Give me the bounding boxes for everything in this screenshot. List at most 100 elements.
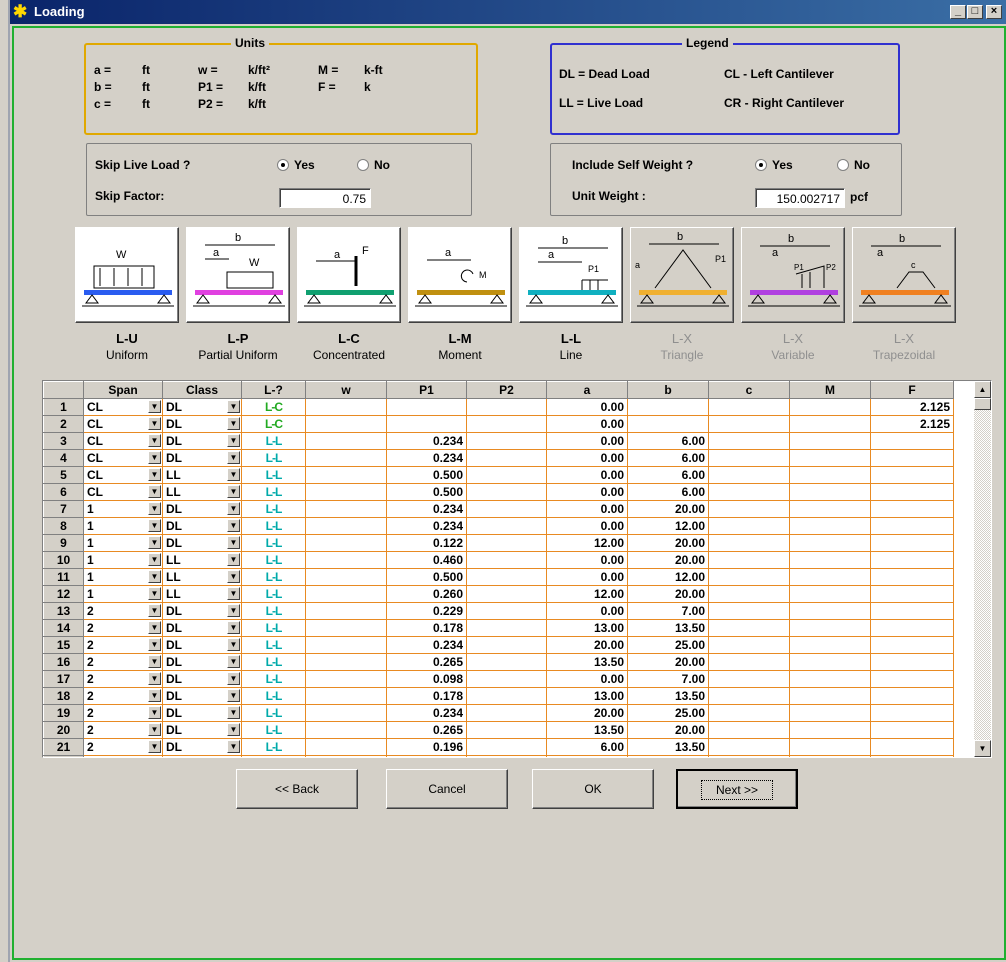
table-row[interactable]: 16 2 ▼ DL ▼ L-L 0.265 13.50 20.00 xyxy=(43,653,954,671)
chevron-down-icon[interactable]: ▼ xyxy=(227,587,240,600)
span-dropdown[interactable]: 1 ▼ xyxy=(83,585,163,603)
load-type-cell[interactable]: L-C xyxy=(241,415,306,433)
chevron-down-icon[interactable]: ▼ xyxy=(227,400,240,413)
grid-header-f[interactable]: F xyxy=(870,381,954,399)
grid-cell[interactable] xyxy=(708,670,790,688)
class-dropdown[interactable]: LL ▼ xyxy=(162,585,242,603)
grid-cell[interactable]: 0.00 xyxy=(546,466,628,484)
grid-cell[interactable] xyxy=(627,415,709,433)
grid-cell[interactable] xyxy=(870,534,954,552)
grid-cell[interactable] xyxy=(466,755,547,757)
unit-weight-input[interactable]: 150.002717 xyxy=(755,188,845,208)
grid-scrollbar[interactable]: ▲ ▼ xyxy=(974,381,991,757)
maximize-button[interactable]: □ xyxy=(967,5,983,19)
skip-no-radio[interactable]: No xyxy=(357,158,390,172)
grid-cell[interactable]: 0.098 xyxy=(386,670,467,688)
grid-cell[interactable] xyxy=(466,670,547,688)
chevron-down-icon[interactable]: ▼ xyxy=(227,638,240,651)
span-dropdown[interactable]: 2▼ xyxy=(83,721,163,739)
load-type-cell[interactable]: L-L xyxy=(241,551,306,569)
span-dropdown[interactable]: 1 ▼ xyxy=(83,500,163,518)
grid-cell[interactable] xyxy=(466,534,547,552)
chevron-down-icon[interactable]: ▼ xyxy=(227,621,240,634)
grid-cell[interactable] xyxy=(708,602,790,620)
grid-header-p1[interactable]: P1 xyxy=(386,381,467,399)
span-dropdown[interactable]: 2▼ xyxy=(83,738,163,756)
span-dropdown[interactable]: CL ▼ xyxy=(83,449,163,467)
grid-cell[interactable] xyxy=(466,585,547,603)
table-row[interactable]: 6 CL ▼ LL ▼ L-L 0.500 0.00 6.00 xyxy=(43,483,954,501)
scroll-down-icon[interactable]: ▼ xyxy=(974,740,991,757)
load-type-cell[interactable]: L-C xyxy=(241,398,306,416)
load-type-cell[interactable]: L-L xyxy=(241,704,306,722)
grid-cell[interactable]: 0.00 xyxy=(546,500,628,518)
table-row[interactable]: 222▼DL▼L-L0.1821.0013.50 xyxy=(43,755,954,758)
chevron-down-icon[interactable]: ▼ xyxy=(227,655,240,668)
class-dropdown[interactable]: DL ▼ xyxy=(162,619,242,637)
chevron-down-icon[interactable]: ▼ xyxy=(148,485,161,498)
grid-cell[interactable] xyxy=(870,602,954,620)
grid-cell[interactable] xyxy=(708,653,790,671)
chevron-down-icon[interactable]: ▼ xyxy=(227,519,240,532)
grid-cell[interactable] xyxy=(708,500,790,518)
grid-cell[interactable]: 7.00 xyxy=(627,602,709,620)
span-dropdown[interactable]: 1 ▼ xyxy=(83,551,163,569)
chevron-down-icon[interactable]: ▼ xyxy=(148,757,161,758)
load-type-cell[interactable]: L-L xyxy=(241,602,306,620)
grid-cell[interactable] xyxy=(789,704,871,722)
grid-cell[interactable]: 0.00 xyxy=(546,602,628,620)
scroll-up-icon[interactable]: ▲ xyxy=(974,381,991,398)
grid-cell[interactable] xyxy=(305,619,387,637)
cancel-button[interactable]: Cancel xyxy=(386,769,508,809)
grid-cell[interactable]: 0.234 xyxy=(386,432,467,450)
grid-cell[interactable] xyxy=(708,517,790,535)
chevron-down-icon[interactable]: ▼ xyxy=(227,672,240,685)
grid-cell[interactable] xyxy=(870,721,954,739)
grid-cell[interactable] xyxy=(870,687,954,705)
grid-cell[interactable] xyxy=(870,551,954,569)
span-dropdown[interactable]: 2▼ xyxy=(83,602,163,620)
grid-cell[interactable]: 0.260 xyxy=(386,585,467,603)
grid-cell[interactable]: 6.00 xyxy=(627,466,709,484)
span-dropdown[interactable]: 2▼ xyxy=(83,755,163,758)
chevron-down-icon[interactable]: ▼ xyxy=(227,604,240,617)
grid-cell[interactable] xyxy=(708,687,790,705)
grid-cell[interactable] xyxy=(305,636,387,654)
chevron-down-icon[interactable]: ▼ xyxy=(148,723,161,736)
span-dropdown[interactable]: 1 ▼ xyxy=(83,534,163,552)
class-dropdown[interactable]: DL ▼ xyxy=(162,721,242,739)
chevron-down-icon[interactable]: ▼ xyxy=(148,570,161,583)
table-row[interactable]: 3 CL ▼ DL ▼ L-L 0.234 0.00 6.00 xyxy=(43,432,954,450)
grid-cell[interactable] xyxy=(466,517,547,535)
grid-cell[interactable] xyxy=(708,415,790,433)
class-dropdown[interactable]: LL ▼ xyxy=(162,568,242,586)
class-dropdown[interactable]: DL ▼ xyxy=(162,449,242,467)
chevron-down-icon[interactable]: ▼ xyxy=(148,400,161,413)
back-button[interactable]: << Back xyxy=(236,769,358,809)
grid-header-w[interactable]: w xyxy=(305,381,387,399)
grid-cell[interactable] xyxy=(466,415,547,433)
grid-cell[interactable] xyxy=(870,483,954,501)
chevron-down-icon[interactable]: ▼ xyxy=(148,434,161,447)
grid-cell[interactable]: 20.00 xyxy=(627,534,709,552)
grid-cell[interactable] xyxy=(466,500,547,518)
grid-cell[interactable] xyxy=(870,738,954,756)
grid-cell[interactable] xyxy=(305,704,387,722)
grid-cell[interactable] xyxy=(789,432,871,450)
grid-cell[interactable] xyxy=(386,398,467,416)
grid-cell[interactable] xyxy=(870,466,954,484)
grid-cell[interactable] xyxy=(466,398,547,416)
skip-yes-radio[interactable]: Yes xyxy=(277,158,315,172)
span-dropdown[interactable]: CL ▼ xyxy=(83,483,163,501)
grid-cell[interactable]: 0.00 xyxy=(546,517,628,535)
grid-cell[interactable] xyxy=(789,738,871,756)
ok-button[interactable]: OK xyxy=(532,769,654,809)
grid-cell[interactable] xyxy=(305,415,387,433)
grid-cell[interactable]: 0.500 xyxy=(386,483,467,501)
chevron-down-icon[interactable]: ▼ xyxy=(227,723,240,736)
table-row[interactable]: 18 2 ▼ DL ▼ L-L 0.178 13.00 13.50 xyxy=(43,687,954,705)
table-row[interactable]: 9 1 ▼ DL ▼ L-L 0.122 12.00 20.00 xyxy=(43,534,954,552)
table-row[interactable]: 12 1 ▼ LL ▼ L-L 0.260 12.00 20.00 xyxy=(43,585,954,603)
grid-cell[interactable] xyxy=(708,534,790,552)
grid-cell[interactable] xyxy=(466,738,547,756)
